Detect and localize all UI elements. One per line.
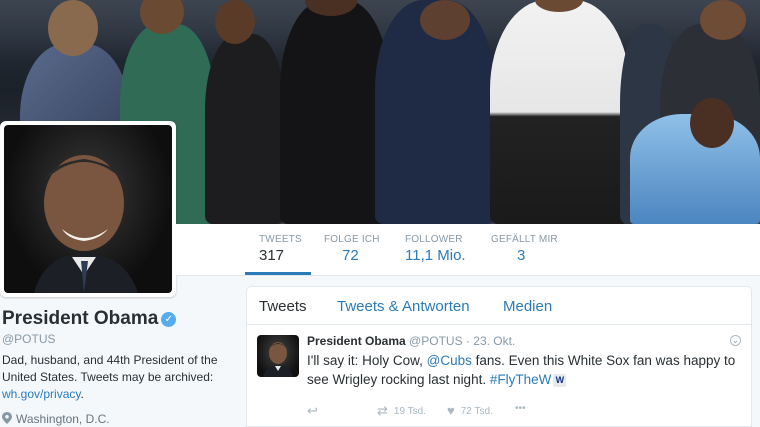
- retweet-button[interactable]: ⇄ 19 Tsd.: [377, 403, 426, 419]
- tweet-author-avatar[interactable]: [257, 335, 299, 377]
- more-button[interactable]: •••: [515, 403, 526, 414]
- stat-value: 72: [342, 247, 359, 264]
- profile-location: Washington, D.C.: [2, 412, 110, 426]
- profile-name-text: President Obama: [2, 308, 159, 329]
- tweet-author-name[interactable]: President Obama: [307, 334, 406, 348]
- tweet-mention-link[interactable]: @Cubs: [427, 353, 472, 368]
- stat-likes[interactable]: GEFÄLLT MIR 3: [491, 234, 558, 264]
- stat-followers[interactable]: FOLLOWER 11,1 Mio.: [405, 234, 466, 264]
- tab-media[interactable]: Medien: [503, 298, 552, 315]
- tweet-avatar-portrait: [263, 342, 293, 377]
- heart-icon: ♥: [447, 403, 455, 418]
- tweet-options-icon[interactable]: ⌄: [730, 335, 741, 346]
- stat-label: FOLLOWER: [405, 234, 463, 245]
- tweet-author-handle[interactable]: @POTUS: [409, 334, 463, 348]
- stat-label: GEFÄLLT MIR: [491, 234, 558, 245]
- bio-link[interactable]: wh.gov/privacy: [2, 387, 80, 401]
- timeline-tabs: Tweets Tweets & Antworten Medien: [247, 287, 751, 325]
- tab-tweets-and-replies[interactable]: Tweets & Antworten: [337, 298, 470, 315]
- like-count: 72 Tsd.: [460, 406, 493, 417]
- stat-label: FOLGE ICH: [324, 234, 380, 245]
- cubs-w-flag-icon: W: [553, 374, 567, 387]
- like-button[interactable]: ♥ 72 Tsd.: [447, 403, 493, 418]
- retweet-count: 19 Tsd.: [393, 406, 426, 417]
- tweet-text: I'll say it: Holy Cow, @Cubs fans. Even …: [307, 351, 739, 389]
- avatar-portrait: [34, 155, 138, 293]
- bio-text: Dad, husband, and 44th President of the …: [2, 353, 218, 384]
- stat-value: 11,1 Mio.: [405, 247, 466, 264]
- reply-icon: ↩: [307, 403, 318, 418]
- profile-handle[interactable]: @POTUS: [2, 332, 56, 346]
- verified-badge-icon: ✓: [161, 312, 177, 327]
- reply-button[interactable]: ↩: [307, 403, 324, 419]
- profile-avatar[interactable]: [0, 121, 176, 297]
- profile-name[interactable]: President Obama ✓: [2, 308, 177, 330]
- tweet-header: President Obama @POTUS · 23. Okt.: [307, 334, 515, 348]
- stat-following[interactable]: FOLGE ICH 72: [324, 234, 380, 264]
- stat-value: 317: [259, 247, 285, 264]
- stat-value: 3: [517, 247, 526, 264]
- location-text: Washington, D.C.: [16, 412, 110, 426]
- stat-label: TWEETS: [259, 234, 302, 245]
- tab-tweets[interactable]: Tweets: [259, 298, 307, 315]
- active-stat-indicator: [245, 272, 311, 275]
- map-pin-icon: [2, 412, 12, 424]
- tweet-separator: ·: [465, 334, 470, 348]
- tweet-date[interactable]: 23. Okt.: [473, 334, 515, 348]
- profile-bio: Dad, husband, and 44th President of the …: [2, 352, 227, 403]
- timeline-card: Tweets Tweets & Antworten Medien Preside…: [246, 286, 752, 427]
- tweet-text-part: I'll say it: Holy Cow,: [307, 353, 427, 368]
- tweet-item[interactable]: President Obama @POTUS · 23. Okt. ⌄ I'll…: [247, 325, 751, 427]
- more-icon: •••: [515, 403, 526, 414]
- tweet-hashtag-link[interactable]: #FlyTheW: [490, 372, 552, 387]
- bio-end: .: [80, 387, 84, 401]
- stat-tweets[interactable]: TWEETS 317: [259, 234, 302, 264]
- retweet-icon: ⇄: [377, 403, 388, 418]
- avatar-image: [4, 125, 172, 293]
